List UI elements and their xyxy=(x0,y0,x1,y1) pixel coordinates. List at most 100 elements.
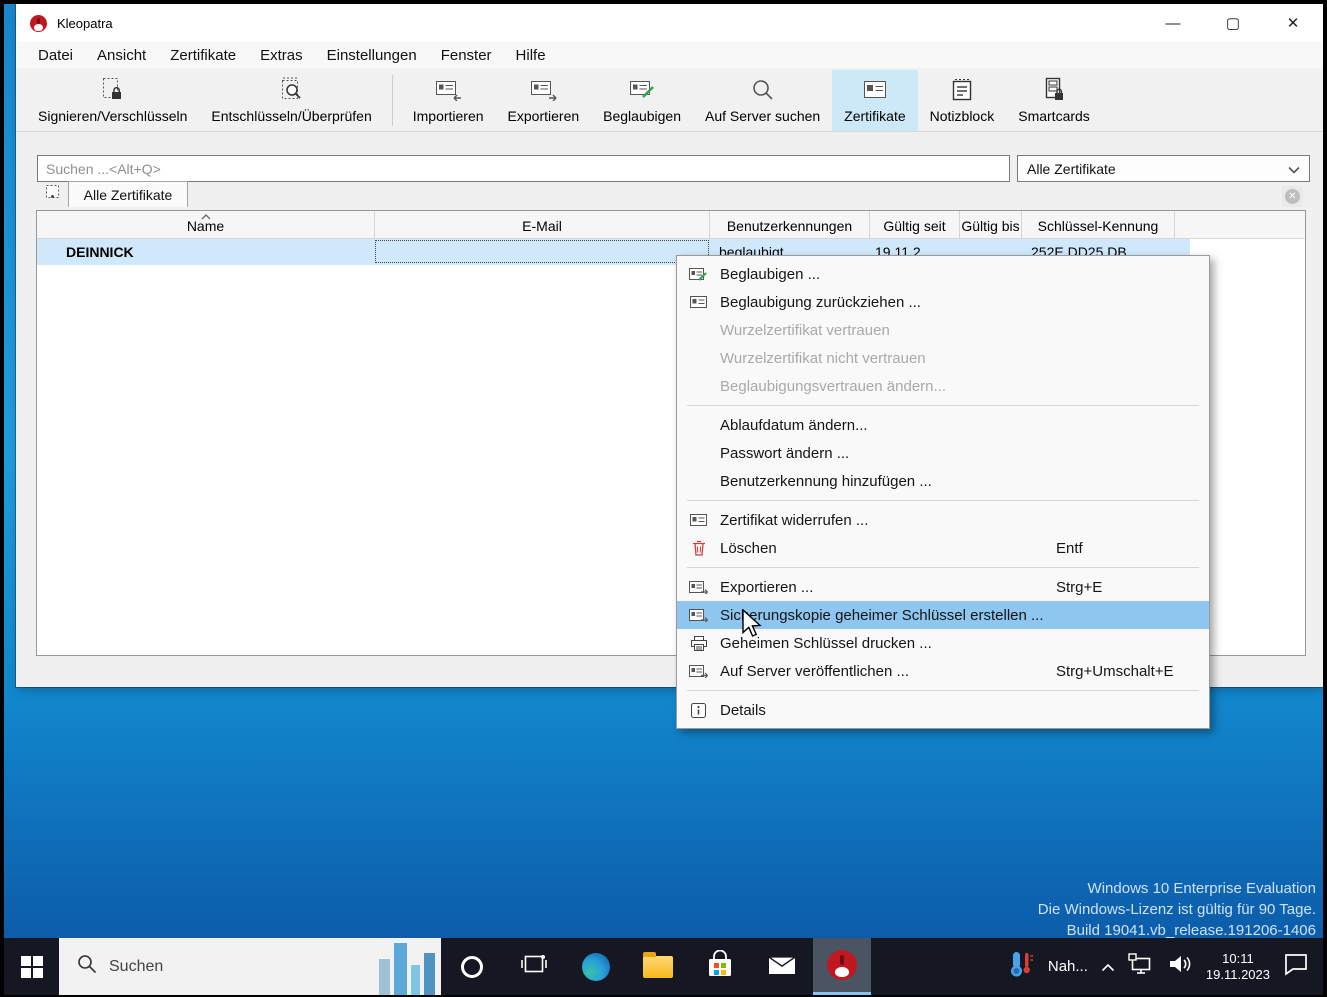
windows-logo-icon xyxy=(21,956,43,978)
context-menu-item-exportieren[interactable]: Exportieren ... Strg+E xyxy=(677,573,1209,601)
context-menu-item-auf-server-veroeffentlichen[interactable]: Auf Server veröffentlichen ... Strg+Umsc… xyxy=(677,657,1209,685)
trash-icon xyxy=(677,540,720,556)
edge-button[interactable] xyxy=(571,938,621,995)
chevron-down-icon xyxy=(1288,161,1300,177)
column-header-schluessel-kennung[interactable]: Schlüssel-Kennung xyxy=(1022,211,1175,238)
menu-datei[interactable]: Datei xyxy=(26,47,85,64)
certificate-filter-dropdown[interactable]: Alle Zertifikate xyxy=(1017,155,1310,182)
system-tray: Nah... 10:11 19.11.2023 xyxy=(1009,949,1323,984)
column-header-name[interactable]: Name xyxy=(37,211,375,238)
toolbar-notepad[interactable]: Notizblock xyxy=(918,70,1007,131)
weather-icon[interactable] xyxy=(1009,949,1035,984)
new-tab-icon xyxy=(44,183,62,206)
menu-hilfe[interactable]: Hilfe xyxy=(504,47,558,64)
column-header-gueltig-bis[interactable]: Gültig bis xyxy=(960,211,1022,238)
menu-bar: Datei Ansicht Zertifikate Extras Einstel… xyxy=(16,42,1323,68)
toolbar-smartcards[interactable]: Smartcards xyxy=(1006,70,1102,131)
column-header-gueltig-seit[interactable]: Gültig seit xyxy=(870,211,960,238)
weather-label[interactable]: Nah... xyxy=(1048,958,1088,975)
cortana-button[interactable] xyxy=(447,938,497,995)
toolbar-import[interactable]: Importieren xyxy=(401,70,496,131)
context-menu-item-beglaubigen[interactable]: Beglaubigen ... xyxy=(677,260,1209,288)
file-explorer-icon xyxy=(643,956,673,978)
shortcut-label: Strg+E xyxy=(1056,579,1102,596)
toolbar-label: Smartcards xyxy=(1018,108,1090,124)
file-explorer-button[interactable] xyxy=(633,938,683,995)
window-title: Kleopatra xyxy=(57,16,113,31)
action-center-icon[interactable] xyxy=(1283,952,1309,981)
mail-icon xyxy=(767,952,797,981)
mail-button[interactable] xyxy=(757,938,807,995)
column-header-benutzerkennungen[interactable]: Benutzerkennungen xyxy=(710,211,870,238)
search-highlight-image xyxy=(379,938,435,995)
context-menu-item-passwort-aendern[interactable]: Passwort ändern ... xyxy=(677,439,1209,467)
menu-ansicht[interactable]: Ansicht xyxy=(85,47,158,64)
tab-label: Alle Zertifikate xyxy=(84,187,173,203)
shortcut-label: Entf xyxy=(1056,540,1083,557)
context-menu-item-beglaubigung-zurueckziehen[interactable]: Beglaubigung zurückziehen ... xyxy=(677,288,1209,316)
kleopatra-icon xyxy=(827,950,857,980)
context-menu-item-details[interactable]: Details xyxy=(677,696,1209,724)
context-menu-item-benutzerkennung-hinzufuegen[interactable]: Benutzerkennung hinzufügen ... xyxy=(677,467,1209,495)
context-menu-item-zertifikat-widerrufen[interactable]: Zertifikat widerrufen ... xyxy=(677,506,1209,534)
clock-date: 19.11.2023 xyxy=(1206,967,1270,983)
menu-einstellungen[interactable]: Einstellungen xyxy=(315,47,429,64)
import-icon xyxy=(435,76,462,103)
menu-fenster[interactable]: Fenster xyxy=(429,47,504,64)
export-icon xyxy=(677,580,720,594)
tab-alle-zertifikate[interactable]: Alle Zertifikate xyxy=(68,181,188,207)
toolbar-export[interactable]: Exportieren xyxy=(496,70,592,131)
certificate-search-input[interactable] xyxy=(37,155,1010,182)
minimize-button[interactable]: — xyxy=(1143,4,1203,42)
publish-server-icon xyxy=(677,664,720,678)
mouse-cursor xyxy=(741,609,763,644)
column-header-label: Schlüssel-Kennung xyxy=(1038,218,1159,234)
toolbar-label: Auf Server suchen xyxy=(705,108,820,124)
close-icon: ✕ xyxy=(1285,189,1300,204)
certificate-context-menu: Beglaubigen ... Beglaubigung zurückziehe… xyxy=(676,255,1210,729)
toolbar-certify[interactable]: Beglaubigen xyxy=(591,70,693,131)
kleopatra-taskbar-button[interactable] xyxy=(813,938,871,995)
menu-separator xyxy=(687,500,1199,501)
context-menu-item-wurzelzertifikat-vertrauen: Wurzelzertifikat vertrauen xyxy=(677,316,1209,344)
start-button[interactable] xyxy=(4,938,59,995)
new-tab-button[interactable] xyxy=(41,183,65,205)
search-icon xyxy=(77,954,97,979)
toolbar-sign-encrypt[interactable]: Signieren/Verschlüsseln xyxy=(26,70,199,131)
export-icon xyxy=(530,76,557,103)
context-menu-item-loeschen[interactable]: Löschen Entf xyxy=(677,534,1209,562)
taskbar-search-input[interactable] xyxy=(109,958,289,976)
context-menu-item-wurzelzertifikat-nicht-vertrauen: Wurzelzertifikat nicht vertrauen xyxy=(677,344,1209,372)
clear-filter-button[interactable]: ✕ xyxy=(1282,186,1303,207)
watermark-line: Die Windows-Lizenz ist gültig für 90 Tag… xyxy=(1038,899,1316,920)
menu-separator xyxy=(687,690,1199,691)
toolbar-decrypt-verify[interactable]: Entschlüsseln/Überprüfen xyxy=(199,70,383,131)
volume-icon[interactable] xyxy=(1167,953,1193,980)
toolbar-label: Entschlüsseln/Überprüfen xyxy=(211,108,371,124)
menu-zertifikate[interactable]: Zertifikate xyxy=(158,47,248,64)
toolbar-search-server[interactable]: Auf Server suchen xyxy=(693,70,832,131)
column-header-email[interactable]: E-Mail xyxy=(375,211,710,238)
taskbar-clock[interactable]: 10:11 19.11.2023 xyxy=(1206,951,1270,983)
network-icon[interactable] xyxy=(1128,953,1154,980)
task-view-button[interactable] xyxy=(509,938,559,995)
edge-icon xyxy=(582,953,610,981)
tray-expand-chevron-icon[interactable] xyxy=(1101,959,1115,975)
maximize-button[interactable]: ▢ xyxy=(1203,4,1263,42)
print-icon xyxy=(677,636,720,651)
column-header-label: Gültig bis xyxy=(961,218,1019,234)
column-header-label: E-Mail xyxy=(522,218,562,234)
notepad-icon xyxy=(951,76,973,103)
taskbar-search-box[interactable] xyxy=(59,938,441,995)
clock-time: 10:11 xyxy=(1206,951,1270,967)
details-icon xyxy=(677,703,720,718)
microsoft-store-button[interactable] xyxy=(695,938,745,995)
close-button[interactable]: ✕ xyxy=(1263,4,1323,42)
sort-ascending-icon xyxy=(201,212,211,222)
toolbar-label: Exportieren xyxy=(508,108,580,124)
menu-extras[interactable]: Extras xyxy=(248,47,315,64)
watermark-line: Windows 10 Enterprise Evaluation xyxy=(1038,878,1316,899)
context-menu-item-ablaufdatum-aendern[interactable]: Ablaufdatum ändern... xyxy=(677,411,1209,439)
cell-name: DEINNICK xyxy=(37,239,375,265)
toolbar-certificates[interactable]: Zertifikate xyxy=(832,70,917,131)
